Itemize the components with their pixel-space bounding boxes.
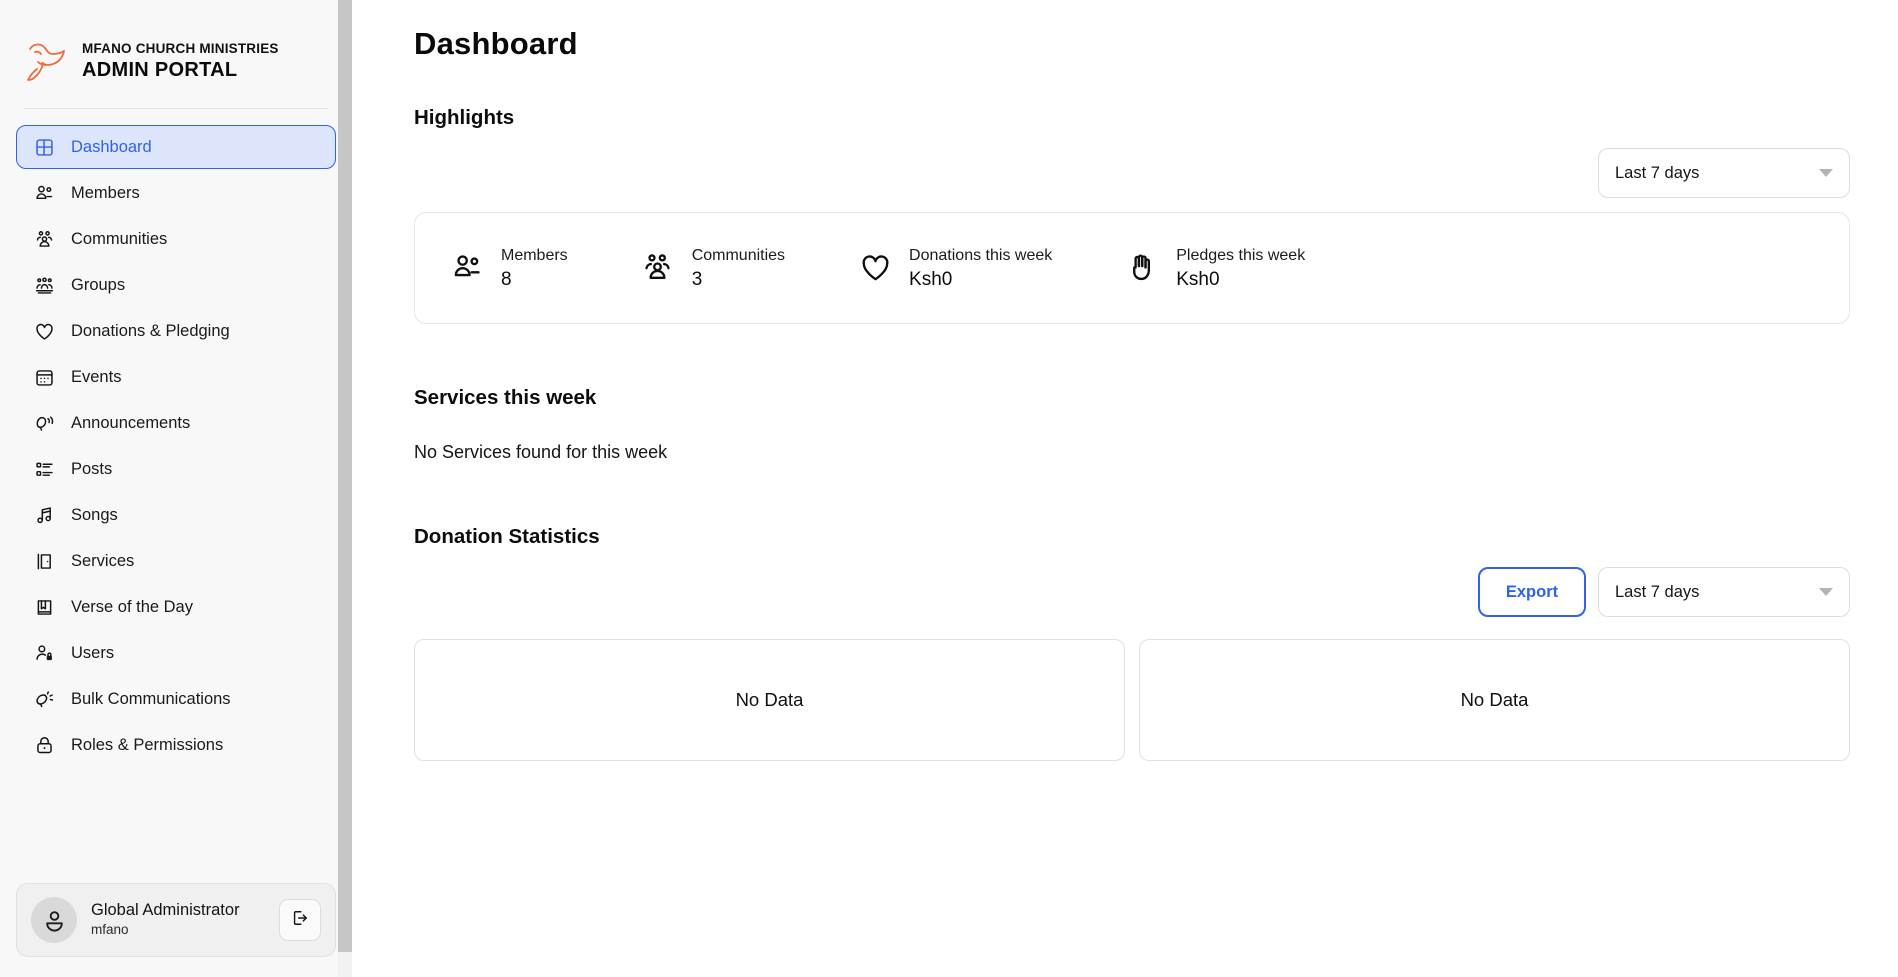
sidebar: MFANO CHURCH MINISTRIES ADMIN PORTAL Das…	[0, 0, 352, 977]
user-profile-card[interactable]: Global Administrator mfano	[16, 883, 336, 957]
sidebar-item-members[interactable]: Members	[16, 171, 336, 215]
services-section: Services this week No Services found for…	[414, 386, 1850, 463]
sidebar-scrollbar-thumb[interactable]	[338, 0, 352, 952]
donation-charts-row: No Data No Data	[414, 639, 1850, 761]
sidebar-item-label: Communities	[71, 229, 168, 248]
book-icon	[33, 596, 55, 618]
chevron-down-icon	[1819, 169, 1833, 177]
sidebar-item-songs[interactable]: Songs	[16, 493, 336, 537]
sidebar-item-bulk-communications[interactable]: Bulk Communications	[16, 677, 336, 721]
sidebar-item-dashboard[interactable]: Dashboard	[16, 125, 336, 169]
sidebar-item-label: Songs	[71, 505, 118, 524]
sidebar-item-label: Verse of the Day	[71, 597, 193, 616]
user-avatar-icon	[31, 897, 77, 943]
donation-statistics-controls: Export Last 7 days	[414, 567, 1850, 617]
sidebar-footer: Global Administrator mfano	[0, 873, 352, 977]
sidebar-item-label: Roles & Permissions	[71, 735, 224, 754]
stat-pledges-this-week: Pledges this week Ksh0	[1124, 244, 1305, 293]
chevron-down-icon	[1819, 588, 1833, 596]
sidebar-item-users[interactable]: Users	[16, 631, 336, 675]
sidebar-item-label: Events	[71, 367, 122, 386]
list-icon	[33, 458, 55, 480]
dove-icon	[24, 37, 68, 85]
profile-username: mfano	[91, 922, 129, 938]
sidebar-item-label: Groups	[71, 275, 126, 294]
bullhorn-icon	[33, 688, 55, 710]
sidebar-item-label: Users	[71, 643, 115, 662]
sidebar-item-label: Announcements	[71, 413, 191, 432]
heart-icon	[857, 250, 893, 286]
sidebar-item-label: Dashboard	[71, 137, 152, 156]
logout-icon	[290, 908, 310, 933]
sidebar-item-verse-of-the-day[interactable]: Verse of the Day	[16, 585, 336, 629]
door-icon	[33, 550, 55, 572]
sidebar-item-events[interactable]: Events	[16, 355, 336, 399]
communities-icon	[33, 228, 55, 250]
lock-icon	[33, 734, 55, 756]
communities-icon	[640, 250, 676, 286]
user-lock-icon	[33, 642, 55, 664]
highlights-range-select[interactable]: Last 7 days	[1598, 148, 1850, 198]
highlights-controls: Last 7 days	[414, 148, 1850, 198]
highlights-range-value: Last 7 days	[1615, 163, 1700, 182]
brand-header: MFANO CHURCH MINISTRIES ADMIN PORTAL	[0, 0, 352, 96]
stat-communities: Communities 3	[640, 244, 785, 293]
stat-label: Donations this week	[909, 246, 1053, 264]
members-icon	[33, 182, 55, 204]
sidebar-item-roles-permissions[interactable]: Roles & Permissions	[16, 723, 336, 767]
sidebar-item-label: Services	[71, 551, 135, 570]
groups-icon	[33, 274, 55, 296]
sidebar-item-services[interactable]: Services	[16, 539, 336, 583]
donation-statistics-section: Donation Statistics Export Last 7 days N…	[414, 525, 1850, 761]
stat-label: Communities	[691, 246, 786, 264]
donation-chart-pie: No Data	[1139, 639, 1850, 761]
sidebar-item-label: Bulk Communications	[71, 689, 231, 708]
logout-button[interactable]	[279, 899, 321, 941]
page-title: Dashboard	[414, 26, 578, 61]
app-root: MFANO CHURCH MINISTRIES ADMIN PORTAL Das…	[0, 0, 1898, 977]
donation-range-value: Last 7 days	[1615, 582, 1700, 601]
stat-value: Ksh0	[1176, 268, 1220, 290]
brand-title: ADMIN PORTAL	[82, 59, 238, 82]
stat-label: Members	[501, 246, 568, 264]
stat-members: Members 8	[449, 244, 568, 293]
chart-empty-label: No Data	[1460, 689, 1529, 710]
sidebar-item-groups[interactable]: Groups	[16, 263, 336, 307]
sidebar-item-announcements[interactable]: Announcements	[16, 401, 336, 445]
sidebar-item-donations-pledging[interactable]: Donations & Pledging	[16, 309, 336, 353]
sidebar-scrollbar-track[interactable]	[338, 0, 352, 977]
dashboard-grid-icon	[33, 136, 55, 158]
music-note-icon	[33, 504, 55, 526]
sidebar-item-label: Donations & Pledging	[71, 321, 230, 340]
sidebar-item-posts[interactable]: Posts	[16, 447, 336, 491]
donation-statistics-heading: Donation Statistics	[414, 525, 600, 548]
members-icon	[449, 250, 485, 286]
highlights-stats-card: Members 8 Communities 3 Donations this w…	[414, 212, 1850, 324]
sidebar-item-communities[interactable]: Communities	[16, 217, 336, 261]
sidebar-item-label: Members	[71, 183, 140, 202]
stat-value: 8	[501, 268, 512, 290]
chart-empty-label: No Data	[735, 689, 804, 710]
megaphone-bell-icon	[33, 412, 55, 434]
calendar-icon	[33, 366, 55, 388]
stat-value: Ksh0	[909, 268, 953, 290]
stat-donations-this-week: Donations this week Ksh0	[857, 244, 1052, 293]
stat-label: Pledges this week	[1176, 246, 1306, 264]
profile-name: Global Administrator	[91, 900, 240, 919]
hand-icon	[1124, 250, 1160, 286]
stat-value: 3	[691, 268, 703, 290]
services-empty-message: No Services found for this week	[414, 442, 668, 462]
sidebar-nav: Dashboard Members Communities Groups Don…	[0, 109, 352, 873]
main-content: Dashboard Highlights Last 7 days Members…	[352, 0, 1898, 977]
highlights-heading: Highlights	[414, 106, 515, 129]
services-heading: Services this week	[414, 386, 597, 409]
donation-chart-bar: No Data	[414, 639, 1125, 761]
export-button[interactable]: Export	[1478, 567, 1586, 617]
donation-range-select[interactable]: Last 7 days	[1598, 567, 1850, 617]
sidebar-item-label: Posts	[71, 459, 113, 478]
heart-icon	[33, 320, 55, 342]
brand-subtitle: MFANO CHURCH MINISTRIES	[82, 40, 279, 56]
